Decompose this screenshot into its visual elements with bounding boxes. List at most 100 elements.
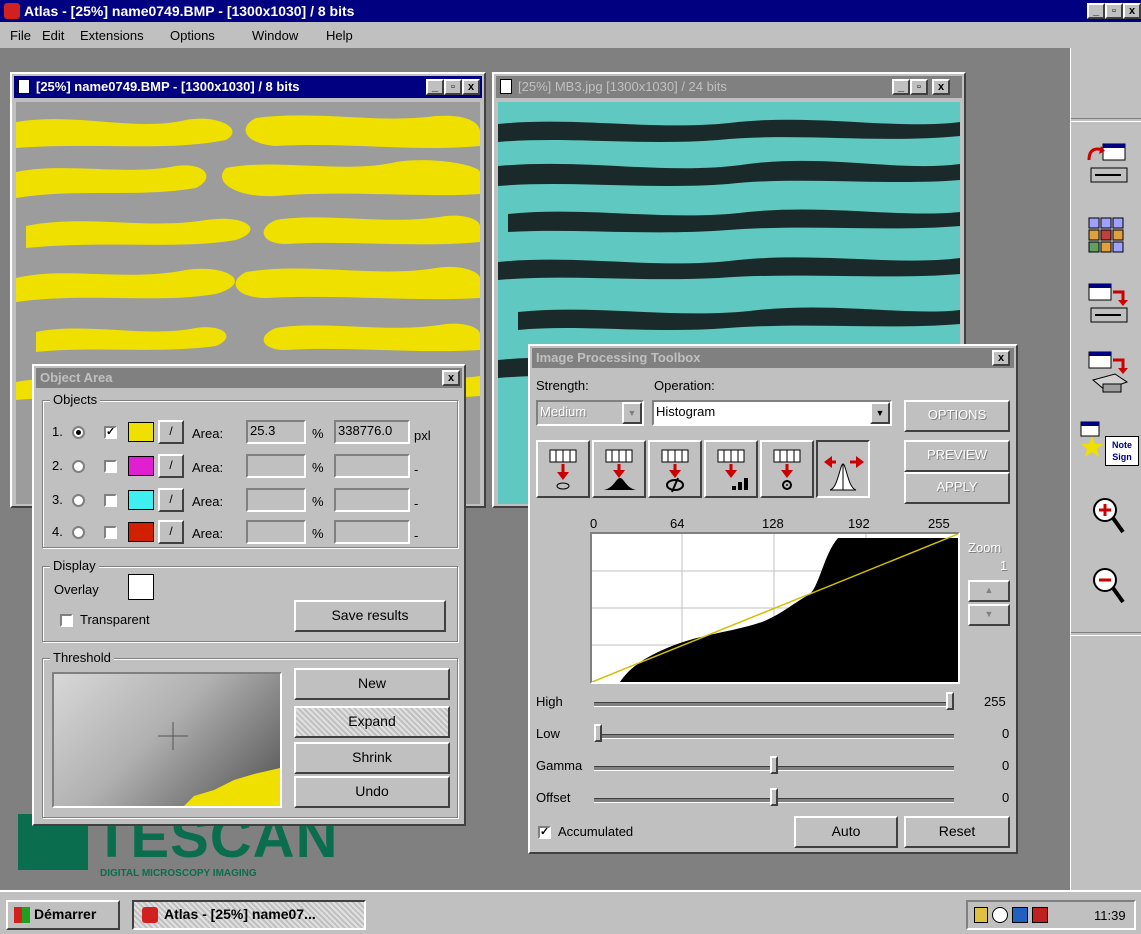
slider-gamma-thumb[interactable]	[770, 756, 778, 774]
operation-select[interactable]: Histogram ▼	[652, 400, 892, 426]
transparent-checkbox[interactable]	[60, 614, 73, 627]
object-row-2-checkbox[interactable]	[104, 460, 117, 473]
zoom-down-button[interactable]: ▼	[968, 604, 1010, 626]
tool-filter-1-button[interactable]	[536, 440, 590, 498]
filter-peak-icon	[604, 449, 636, 490]
slider-high-thumb[interactable]	[946, 692, 954, 710]
win1-minimize-button[interactable]: _	[426, 79, 444, 95]
win1-close-button[interactable]: x	[462, 79, 480, 95]
slider-low-thumb[interactable]	[594, 724, 602, 742]
object-row-3-pixels-field[interactable]	[334, 488, 410, 512]
threshold-undo-button[interactable]: Undo	[294, 776, 450, 808]
image-window-bmp-title-bar[interactable]: [25%] name0749.BMP - [1300x1030] / 8 bit…	[14, 76, 482, 98]
save-results-button[interactable]: Save results	[294, 600, 446, 632]
object-row-3-index: 3.	[52, 492, 63, 507]
object-row-4-pixels-field[interactable]	[334, 520, 410, 544]
toolbox-title-bar[interactable]: Image Processing Toolbox x	[532, 348, 1014, 368]
zoom-out-icon[interactable]	[1091, 566, 1125, 606]
menu-window[interactable]: Window	[252, 28, 298, 43]
win2-close-button[interactable]: x	[932, 79, 950, 95]
object-row-3-percent-field[interactable]	[246, 488, 306, 512]
threshold-expand-button[interactable]: Expand	[294, 706, 450, 738]
slider-offset-thumb[interactable]	[770, 788, 778, 806]
note-sign-icon[interactable]: Note Sign	[1079, 420, 1139, 472]
strength-select[interactable]: Medium ▼	[536, 400, 644, 426]
image-processing-toolbox[interactable]: Image Processing Toolbox x Strength: Med…	[528, 344, 1018, 854]
app-close-button[interactable]: x	[1123, 3, 1141, 19]
accumulated-checkbox[interactable]: ✓	[538, 826, 551, 839]
object-row-3-color-swatch[interactable]	[128, 490, 154, 510]
menu-file[interactable]: File	[10, 28, 31, 43]
object-row-2-radio[interactable]	[72, 460, 85, 473]
object-row-3-edit-button[interactable]: /	[158, 488, 184, 512]
object-row-4-radio[interactable]	[72, 526, 85, 539]
zoom-in-icon[interactable]	[1091, 496, 1125, 536]
tool-filter-4-button[interactable]	[704, 440, 758, 498]
win1-maximize-button[interactable]: ▫	[444, 79, 462, 95]
taskbar-atlas-button[interactable]: Atlas - [25%] name07...	[132, 900, 366, 930]
slider-offset-value: 0	[1002, 790, 1010, 805]
display-tray-icon[interactable]	[1012, 907, 1028, 923]
menu-extensions[interactable]: Extensions	[80, 28, 144, 43]
win2-maximize-button[interactable]: ▫	[910, 79, 928, 95]
menu-edit[interactable]: Edit	[42, 28, 64, 43]
object-row-1-percent-field[interactable]: 25.3	[246, 420, 306, 444]
start-button[interactable]: Démarrer	[6, 900, 120, 930]
tool-filter-2-button[interactable]	[592, 440, 646, 498]
threshold-preview-image[interactable]	[52, 672, 282, 808]
reset-button[interactable]: Reset	[904, 816, 1010, 848]
zoom-up-button[interactable]: ▲	[968, 580, 1010, 602]
preview-button[interactable]: PREVIEW	[904, 440, 1010, 472]
slider-low-track[interactable]	[594, 734, 954, 739]
menu-options[interactable]: Options	[170, 28, 215, 43]
image-window-jpg-title-bar[interactable]: [25%] MB3.jpg [1300x1030] / 24 bits _ ▫ …	[496, 76, 962, 98]
tray-app-icon[interactable]	[1032, 907, 1048, 923]
app-title-bar[interactable]: Atlas - [25%] name0749.BMP - [1300x1030]…	[0, 0, 1141, 22]
print-image-icon[interactable]	[1085, 350, 1131, 396]
object-row-1-checkbox[interactable]: ✓	[104, 426, 117, 439]
object-row-1-pixel-unit: pxl	[414, 428, 431, 443]
app-maximize-button[interactable]: ▫	[1105, 3, 1123, 19]
object-row-2-pixels-field[interactable]	[334, 454, 410, 478]
strength-dropdown-arrow-icon[interactable]: ▼	[622, 402, 642, 424]
operation-dropdown-arrow-icon[interactable]: ▼	[870, 402, 890, 424]
menu-help[interactable]: Help	[326, 28, 353, 43]
overlay-color-swatch[interactable]	[128, 574, 154, 600]
options-button[interactable]: OPTIONS	[904, 400, 1010, 432]
object-row-2-color-swatch[interactable]	[128, 456, 154, 476]
object-row-1-color-swatch[interactable]	[128, 422, 154, 442]
object-row-4-color-swatch[interactable]	[128, 522, 154, 542]
object-row-4-edit-button[interactable]: /	[158, 520, 184, 544]
object-row-3-radio[interactable]	[72, 494, 85, 507]
object-row-3-checkbox[interactable]	[104, 494, 117, 507]
hist-tick-0: 0	[590, 516, 598, 531]
tool-histogram-stretch-button[interactable]	[816, 440, 870, 498]
object-area-close-button[interactable]: x	[442, 370, 460, 386]
object-row-1-edit-button[interactable]: /	[158, 420, 184, 444]
tool-filter-5-button[interactable]	[760, 440, 814, 498]
app-minimize-button[interactable]: _	[1087, 3, 1105, 19]
acquire-image-icon[interactable]	[1085, 142, 1131, 186]
object-area-title-bar[interactable]: Object Area x	[36, 368, 462, 388]
volume-icon[interactable]	[974, 907, 988, 923]
network-icon[interactable]	[992, 907, 1008, 923]
object-row-4-percent-field[interactable]	[246, 520, 306, 544]
object-row-2-edit-button[interactable]: /	[158, 454, 184, 478]
toolbox-close-button[interactable]: x	[992, 350, 1010, 366]
object-row-4-checkbox[interactable]	[104, 526, 117, 539]
histogram-plot[interactable]	[590, 532, 960, 684]
apply-button[interactable]: APPLY	[904, 472, 1010, 504]
threshold-shrink-button[interactable]: Shrink	[294, 742, 450, 774]
image-gallery-icon[interactable]	[1087, 216, 1127, 256]
threshold-new-button[interactable]: New	[294, 668, 450, 700]
auto-button[interactable]: Auto	[794, 816, 898, 848]
export-image-icon[interactable]	[1085, 282, 1131, 326]
slider-high-track[interactable]	[594, 702, 954, 707]
object-row-1-radio[interactable]	[72, 426, 85, 439]
object-row-2-percent-field[interactable]	[246, 454, 306, 478]
win2-minimize-button[interactable]: _	[892, 79, 910, 95]
slider-gamma-value: 0	[1002, 758, 1010, 773]
tool-filter-3-button[interactable]	[648, 440, 702, 498]
object-area-dialog[interactable]: Object Area x Objects 1. ✓ / Area: 25.3 …	[32, 364, 466, 826]
object-row-1-pixels-field[interactable]: 338776.0	[334, 420, 410, 444]
